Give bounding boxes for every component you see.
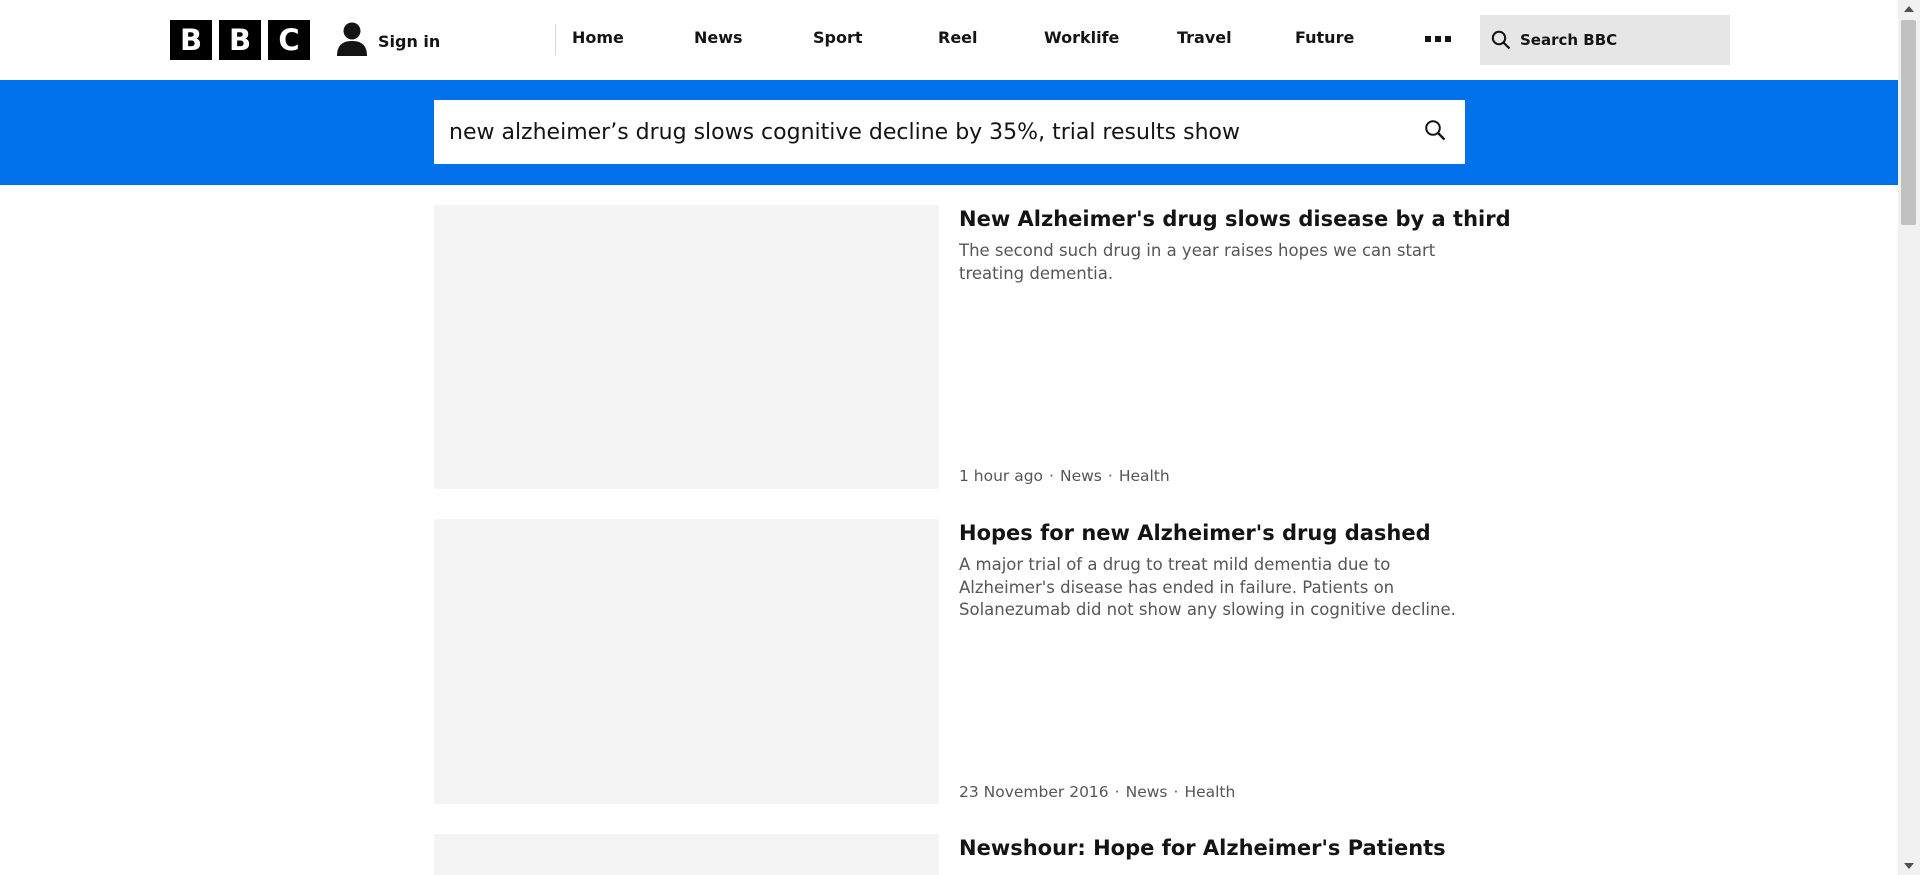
scroll-down-icon[interactable] (1904, 863, 1914, 869)
result-thumbnail[interactable] (434, 834, 939, 875)
result-description: The second such drug in a year raises ho… (959, 241, 1436, 283)
logo-letter-c: C (268, 20, 310, 60)
sign-in-button[interactable]: Sign in (336, 22, 440, 60)
search-result: Hopes for new Alzheimer's drug dashed A … (434, 519, 1465, 804)
result-description: A major trial of a drug to treat mild de… (959, 555, 1456, 619)
result-title[interactable]: New Alzheimer's drug slows disease by a … (959, 205, 1511, 233)
result-section[interactable]: News (1060, 467, 1102, 485)
search-form (434, 100, 1465, 164)
search-bbc-button[interactable]: Search BBC (1480, 15, 1730, 65)
result-title[interactable]: Newshour: Hope for Alzheimer's Patients (959, 834, 1465, 862)
search-icon (1491, 30, 1511, 50)
nav-news[interactable]: News (694, 28, 743, 47)
nav-sport[interactable]: Sport (813, 28, 863, 47)
result-topic[interactable]: Health (1184, 783, 1235, 801)
nav-travel[interactable]: Travel (1177, 28, 1232, 47)
result-time: 1 hour ago (959, 467, 1044, 485)
user-icon (336, 22, 368, 60)
nav-divider (555, 24, 556, 55)
scroll-up-icon[interactable] (1904, 6, 1914, 12)
result-meta: 1 hour ago · News · Health (959, 467, 1170, 485)
search-result: Newshour: Hope for Alzheimer's Patients (434, 834, 1465, 875)
logo-letter-b2: B (219, 20, 261, 60)
result-section[interactable]: News (1126, 783, 1168, 801)
search-submit-button[interactable] (1405, 102, 1465, 162)
logo-letter-b1: B (170, 20, 212, 60)
search-icon (1424, 119, 1446, 145)
nav-reel[interactable]: Reel (938, 28, 978, 47)
result-thumbnail[interactable] (434, 205, 939, 489)
result-topic[interactable]: Health (1119, 467, 1170, 485)
sign-in-label: Sign in (378, 31, 441, 51)
result-time: 23 November 2016 (959, 783, 1109, 801)
page-scrollbar[interactable] (1898, 0, 1920, 875)
nav-worklife[interactable]: Worklife (1044, 28, 1119, 47)
result-title[interactable]: Hopes for new Alzheimer's drug dashed (959, 519, 1465, 547)
result-thumbnail[interactable] (434, 519, 939, 804)
nav-home[interactable]: Home (572, 28, 624, 47)
result-meta: 23 November 2016 · News · Health (959, 783, 1236, 801)
top-navigation-bar: B B C Sign in Home News Sport Reel Workl… (0, 0, 1898, 80)
search-input[interactable] (434, 101, 1405, 163)
scrollbar-thumb[interactable] (1901, 20, 1916, 225)
search-result: New Alzheimer's drug slows disease by a … (434, 205, 1511, 489)
nav-future[interactable]: Future (1295, 28, 1354, 47)
more-menu-icon[interactable] (1425, 36, 1451, 42)
bbc-logo[interactable]: B B C (170, 20, 310, 60)
search-bbc-label: Search BBC (1520, 31, 1618, 49)
